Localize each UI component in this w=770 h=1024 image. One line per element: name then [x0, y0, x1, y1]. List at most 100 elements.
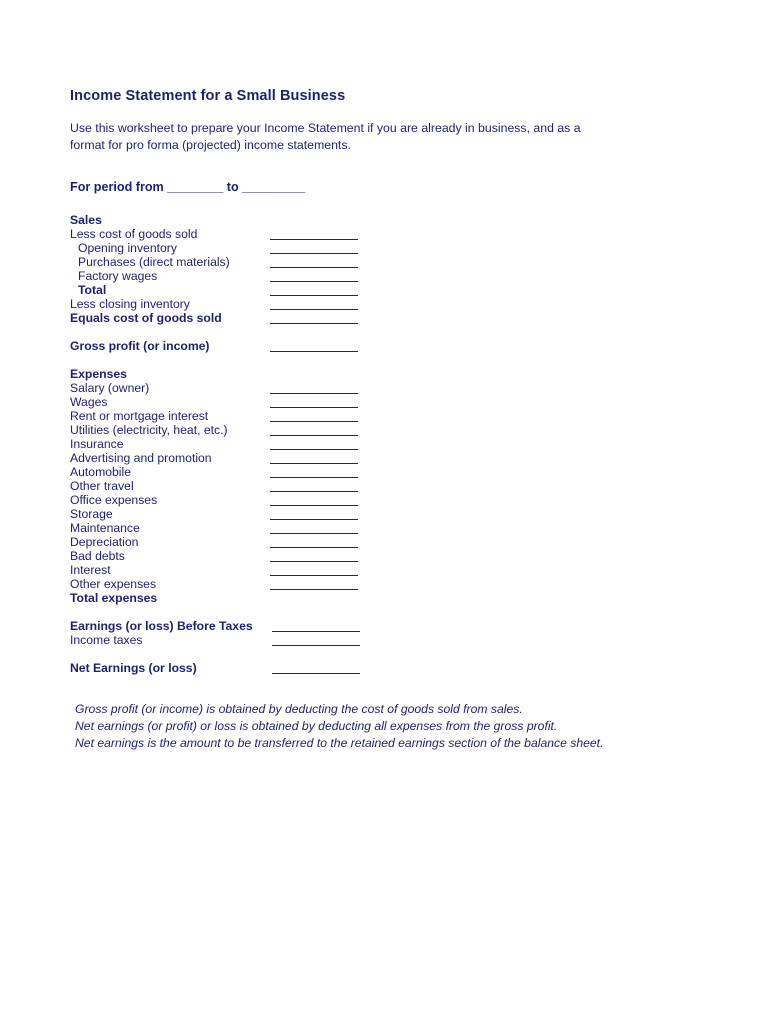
row-rent-or-mortgage-interest: Rent or mortgage interest — [70, 409, 700, 423]
row-label: Earnings (or loss) Before Taxes — [70, 619, 253, 633]
row-storage: Storage — [70, 507, 700, 521]
row-insurance: Insurance — [70, 437, 700, 451]
blank-rule[interactable] — [270, 393, 358, 394]
row-label: Automobile — [70, 465, 131, 479]
blank-rule[interactable] — [270, 407, 358, 408]
period-from-to-field[interactable]: For period from ________ to _________ — [70, 180, 700, 194]
row-label: Office expenses — [70, 493, 158, 507]
row-earnings-before-taxes: Earnings (or loss) Before Taxes — [70, 619, 700, 633]
row-label: Net Earnings (or loss) — [70, 661, 197, 675]
row-label: Less cost of goods sold — [70, 227, 198, 241]
blank-rule[interactable] — [270, 463, 358, 464]
row-label: Maintenance — [70, 521, 140, 535]
worksheet-content: Income Statement for a Small Business Us… — [70, 88, 700, 752]
row-label: Purchases (direct materials) — [78, 255, 230, 269]
row-less-cost-of-goods-sold: Less cost of goods sold — [70, 227, 700, 241]
row-office-expenses: Office expenses — [70, 493, 700, 507]
row-gross-profit: Gross profit (or income) — [70, 339, 700, 353]
row-other-expenses: Other expenses — [70, 577, 700, 591]
row-label: Utilities (electricity, heat, etc.) — [70, 423, 228, 437]
blank-rule[interactable] — [272, 631, 360, 632]
row-label: Wages — [70, 395, 108, 409]
row-purchases-direct-materials: Purchases (direct materials) — [70, 255, 700, 269]
intro-paragraph: Use this worksheet to prepare your Incom… — [70, 121, 581, 152]
row-wages: Wages — [70, 395, 700, 409]
row-label: Equals cost of goods sold — [70, 311, 222, 325]
blank-rule[interactable] — [270, 491, 358, 492]
row-label: Interest — [70, 563, 111, 577]
expenses-section: Expenses Salary (owner) Wages Rent or mo… — [70, 367, 700, 605]
row-total-expenses: Total expenses — [70, 591, 700, 605]
note-net-earnings: Net earnings (or profit) or loss is obta… — [75, 719, 558, 733]
row-income-taxes: Income taxes — [70, 633, 700, 647]
row-label: Storage — [70, 507, 113, 521]
row-interest: Interest — [70, 563, 700, 577]
row-bad-debts: Bad debts — [70, 549, 700, 563]
row-utilities: Utilities (electricity, heat, etc.) — [70, 423, 700, 437]
blank-rule[interactable] — [270, 435, 358, 436]
row-label: Factory wages — [78, 269, 158, 283]
sales-section: Sales Less cost of goods sold Opening in… — [70, 213, 700, 325]
blank-rule[interactable] — [270, 323, 358, 324]
blank-rule[interactable] — [270, 351, 358, 352]
worksheet-page: Income Statement for a Small Business Us… — [0, 0, 770, 1024]
blank-rule[interactable] — [270, 295, 358, 296]
blank-rule[interactable] — [270, 281, 358, 282]
blank-rule[interactable] — [270, 253, 358, 254]
note-gross-profit: Gross profit (or income) is obtained by … — [75, 702, 523, 716]
row-maintenance: Maintenance — [70, 521, 700, 535]
blank-rule[interactable] — [270, 477, 358, 478]
row-factory-wages: Factory wages — [70, 269, 700, 283]
row-opening-inventory: Opening inventory — [70, 241, 700, 255]
blank-rule[interactable] — [270, 505, 358, 506]
row-label: Total — [78, 283, 107, 297]
row-label: Total expenses — [70, 591, 158, 605]
blank-rule[interactable] — [270, 547, 358, 548]
note-retained-earnings: Net earnings is the amount to be transfe… — [75, 736, 604, 750]
row-label: Advertising and promotion — [70, 451, 212, 465]
sales-heading-label: Sales — [70, 213, 102, 227]
row-depreciation: Depreciation — [70, 535, 700, 549]
row-label: Less closing inventory — [70, 297, 190, 311]
blank-rule[interactable] — [270, 519, 358, 520]
page-title: Income Statement for a Small Business — [70, 88, 346, 104]
blank-rule[interactable] — [272, 645, 360, 646]
blank-rule[interactable] — [272, 673, 360, 674]
row-label: Other travel — [70, 479, 134, 493]
row-advertising-and-promotion: Advertising and promotion — [70, 451, 700, 465]
row-label: Bad debts — [70, 549, 125, 563]
blank-rule[interactable] — [270, 575, 358, 576]
earnings-section: Earnings (or loss) Before Taxes Income t… — [70, 619, 700, 675]
row-other-travel: Other travel — [70, 479, 700, 493]
row-label: Income taxes — [70, 633, 143, 647]
row-net-earnings: Net Earnings (or loss) — [70, 661, 700, 675]
blank-rule[interactable] — [270, 421, 358, 422]
blank-rule[interactable] — [270, 309, 358, 310]
expenses-heading-label: Expenses — [70, 367, 127, 381]
blank-rule[interactable] — [270, 589, 358, 590]
row-label: Gross profit (or income) — [70, 339, 210, 353]
row-label: Depreciation — [70, 535, 139, 549]
sales-heading: Sales — [70, 213, 700, 227]
expenses-heading: Expenses — [70, 367, 700, 381]
blank-rule[interactable] — [270, 239, 358, 240]
row-less-closing-inventory: Less closing inventory — [70, 297, 700, 311]
footer-notes: Gross profit (or income) is obtained by … — [70, 701, 700, 752]
row-label: Rent or mortgage interest — [70, 409, 209, 423]
blank-rule[interactable] — [270, 449, 358, 450]
blank-rule[interactable] — [270, 533, 358, 534]
row-total: Total — [70, 283, 700, 297]
row-label: Other expenses — [70, 577, 157, 591]
row-equals-cost-of-goods-sold: Equals cost of goods sold — [70, 311, 700, 325]
row-label: Salary (owner) — [70, 381, 150, 395]
blank-rule[interactable] — [270, 267, 358, 268]
row-label: Opening inventory — [78, 241, 177, 255]
row-automobile: Automobile — [70, 465, 700, 479]
blank-rule[interactable] — [270, 561, 358, 562]
row-label: Insurance — [70, 437, 124, 451]
row-salary-owner: Salary (owner) — [70, 381, 700, 395]
